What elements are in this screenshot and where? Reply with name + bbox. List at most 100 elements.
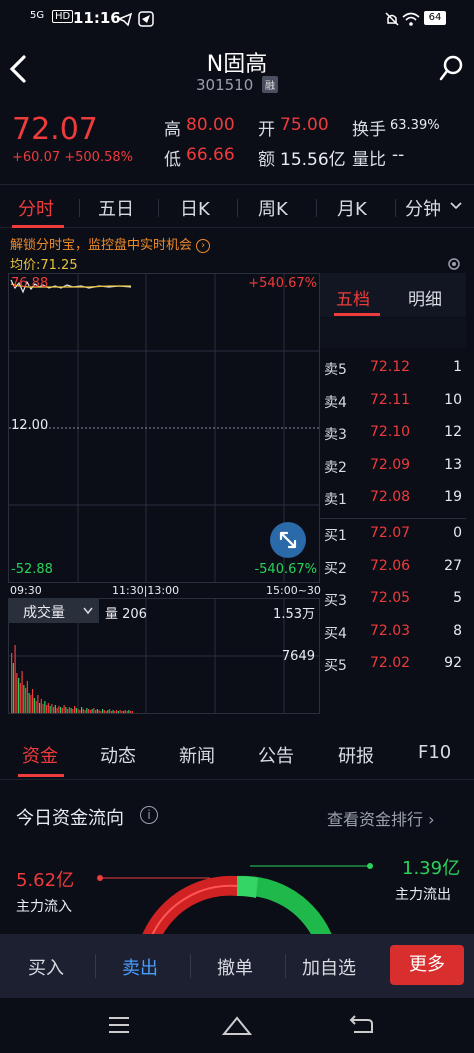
order-book-tabs: 五档 明细 bbox=[320, 273, 466, 317]
add-watchlist-button[interactable]: 加自选 bbox=[302, 954, 356, 980]
average-price: 均价:71.25 bbox=[10, 258, 78, 273]
open-value: 75.00 bbox=[280, 115, 329, 135]
tab-intraday[interactable]: 分时 bbox=[18, 195, 54, 221]
tab-five-day[interactable]: 五日 bbox=[98, 195, 134, 221]
bid-price: 72.07 bbox=[370, 525, 411, 541]
volume-bar bbox=[49, 706, 51, 713]
volume-bar bbox=[53, 707, 55, 713]
expand-arrows-icon bbox=[279, 531, 297, 549]
volume-bar bbox=[65, 707, 67, 713]
volume-bar bbox=[39, 703, 41, 713]
chevron-right-icon: › bbox=[428, 810, 435, 829]
amount-value: 15.56亿 bbox=[280, 150, 346, 170]
bid-volume: 92 bbox=[444, 655, 462, 671]
ask-row[interactable]: 卖1 72.08 19 bbox=[320, 483, 466, 515]
info-tabs: 资金 动态 新闻 公告 研报 F10 bbox=[0, 728, 474, 780]
volume-chart[interactable]: 成交量 量 206 1.53万 7649 bbox=[8, 598, 320, 714]
tab-funds[interactable]: 资金 bbox=[22, 742, 58, 768]
bid-volume: 0 bbox=[453, 525, 462, 541]
volume-bar bbox=[44, 701, 46, 713]
tab-daily-k[interactable]: 日K bbox=[180, 195, 210, 221]
stock-code: 301510 bbox=[196, 76, 254, 94]
time-label-close: 15:00~30 bbox=[266, 584, 321, 597]
back-nav-icon[interactable] bbox=[348, 1014, 374, 1036]
bid-price: 72.02 bbox=[370, 655, 411, 671]
volume-bar bbox=[72, 709, 74, 713]
ask-price: 72.09 bbox=[370, 456, 411, 473]
volume-bar bbox=[54, 705, 56, 713]
fund-flow-title: 今日资金流向 bbox=[16, 808, 124, 829]
bid-level-label: 买3 bbox=[324, 593, 347, 609]
bid-volume: 8 bbox=[453, 622, 462, 639]
open-label: 开 bbox=[258, 120, 275, 140]
buy-button[interactable]: 买入 bbox=[28, 954, 64, 980]
volume-selector-label: 成交量 bbox=[23, 605, 65, 621]
tab-monthly-k[interactable]: 月K bbox=[337, 195, 367, 221]
bid-row[interactable]: 买5 72.02 92 bbox=[320, 649, 466, 681]
bid-level-label: 买5 bbox=[324, 658, 347, 674]
volume-bar bbox=[109, 709, 111, 713]
volume-bar bbox=[14, 645, 16, 713]
volume-bar bbox=[58, 706, 60, 713]
fund-rank-link[interactable]: 查看资金排行 › bbox=[327, 806, 435, 830]
tab-news[interactable]: 新闻 bbox=[179, 742, 215, 768]
volume-bar bbox=[63, 705, 65, 713]
home-icon[interactable] bbox=[222, 1014, 252, 1036]
tab-f10[interactable]: F10 bbox=[418, 742, 451, 763]
intraday-chart[interactable]: 76.88 +540.67% 12.00 -52.88 -540.67% bbox=[8, 273, 320, 583]
expand-chart-button[interactable] bbox=[270, 522, 306, 558]
chevron-right-icon: › bbox=[196, 238, 211, 253]
volume-max: 1.53万 bbox=[273, 607, 315, 622]
bid-price: 72.06 bbox=[370, 557, 411, 574]
volume-bar bbox=[107, 710, 109, 713]
chart-period-tabs: 分时 五日 日K 周K 月K 分钟 bbox=[0, 184, 474, 228]
volume-bar bbox=[112, 710, 114, 713]
tab-weekly-k[interactable]: 周K bbox=[258, 195, 288, 221]
stock-header: N固高 301510 融 bbox=[0, 36, 474, 106]
bid-row[interactable]: 买1 72.07 0 bbox=[320, 519, 466, 551]
tab-announcements[interactable]: 公告 bbox=[258, 742, 294, 768]
volume-bar bbox=[75, 708, 77, 713]
volume-bar bbox=[11, 653, 13, 713]
chevron-down-icon bbox=[83, 607, 93, 615]
search-icon[interactable] bbox=[438, 54, 466, 82]
chart-mid-price: 12.00 bbox=[11, 418, 49, 433]
network-indicator: 5G bbox=[30, 10, 45, 21]
tab-news-feed[interactable]: 动态 bbox=[100, 742, 136, 768]
ask-row[interactable]: 卖2 72.09 13 bbox=[320, 451, 466, 483]
info-icon[interactable]: i bbox=[140, 806, 158, 824]
bid-level-label: 买2 bbox=[324, 560, 347, 577]
ask-row[interactable]: 卖3 72.10 12 bbox=[320, 418, 466, 450]
volume-bar bbox=[98, 710, 100, 713]
volume-mid: 7649 bbox=[281, 649, 315, 664]
volume-bar bbox=[40, 699, 42, 713]
volume-bar bbox=[25, 688, 27, 713]
volume-bar bbox=[19, 683, 21, 713]
chart-bottom-right: -540.67% bbox=[254, 562, 317, 577]
promo-banner[interactable]: 解锁分时宝，监控盘中实时机会 › bbox=[10, 234, 211, 253]
tab-five-levels[interactable]: 五档 bbox=[336, 285, 370, 310]
volume-bar bbox=[28, 693, 30, 713]
sell-button[interactable]: 卖出 bbox=[122, 954, 158, 980]
cancel-order-button[interactable]: 撤单 bbox=[217, 954, 253, 980]
bid-row[interactable]: 买2 72.06 27 bbox=[320, 552, 466, 584]
chevron-down-icon[interactable] bbox=[450, 201, 462, 211]
volume-selector[interactable]: 成交量 bbox=[9, 599, 99, 623]
volume-bar bbox=[46, 705, 48, 713]
more-button[interactable]: 更多 bbox=[390, 945, 464, 985]
bid-row[interactable]: 买3 72.05 5 bbox=[320, 584, 466, 616]
menu-icon[interactable] bbox=[108, 1016, 130, 1034]
bid-row[interactable]: 买4 72.03 8 bbox=[320, 617, 466, 649]
ask-row[interactable]: 卖4 72.11 10 bbox=[320, 386, 466, 418]
volume-bar bbox=[23, 685, 25, 713]
ask-price: 72.10 bbox=[370, 424, 411, 440]
settings-gear-icon[interactable] bbox=[446, 256, 462, 272]
wifi-icon bbox=[402, 12, 420, 26]
ask-row[interactable]: 卖5 72.12 1 bbox=[320, 353, 466, 385]
ask-volume: 19 bbox=[444, 489, 462, 505]
volume-bar bbox=[37, 695, 39, 713]
tab-details[interactable]: 明细 bbox=[408, 285, 442, 310]
tab-minute[interactable]: 分钟 bbox=[405, 195, 441, 221]
tab-research[interactable]: 研报 bbox=[338, 742, 374, 768]
volume-bar bbox=[70, 708, 72, 713]
